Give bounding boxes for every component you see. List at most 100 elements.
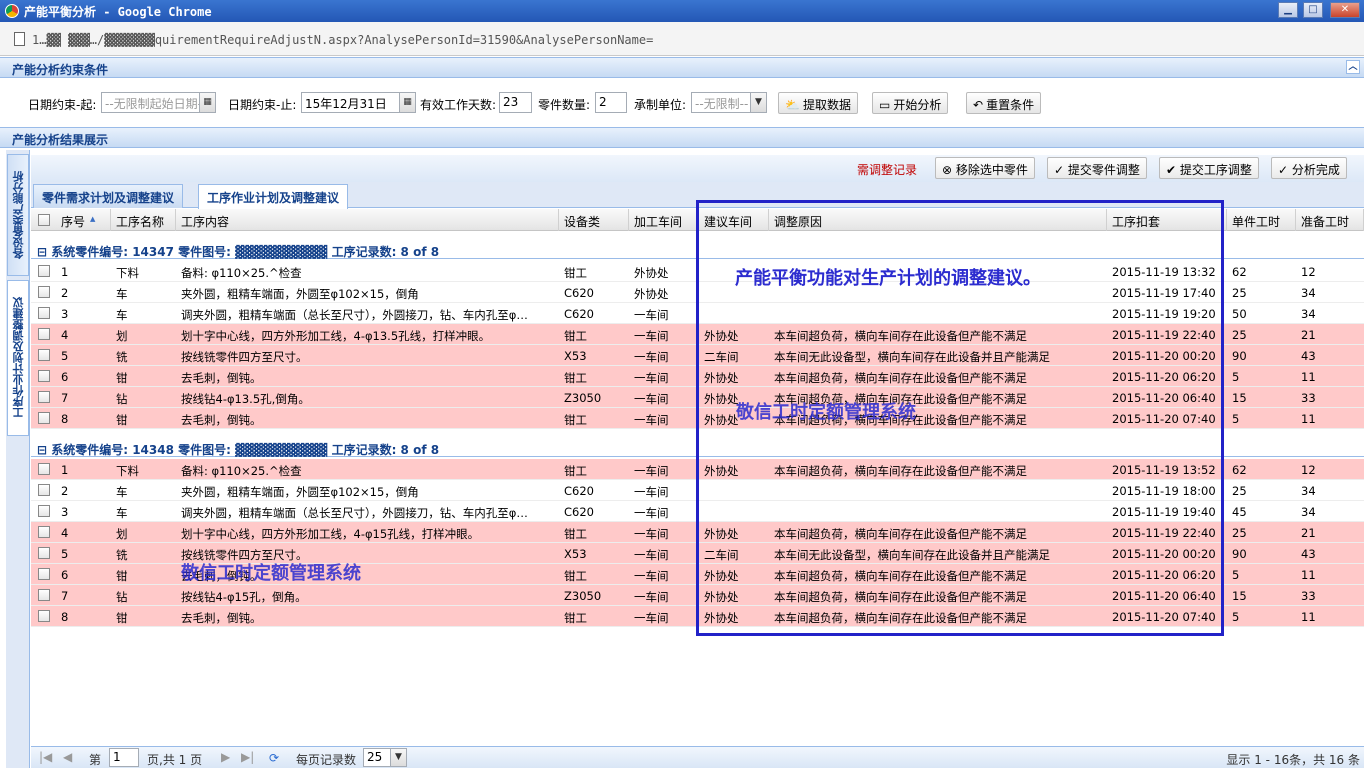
calendar-icon[interactable]: ▦ xyxy=(399,93,415,112)
table-row[interactable]: 1 下料 备料: φ110×25.^检查 钳工 外协处 2015-11-19 13:32 6… xyxy=(31,261,1364,282)
cell-prep: 11 xyxy=(1301,610,1316,624)
remove-icon: ⊗ xyxy=(942,163,956,177)
per-page-select[interactable]: 25 ▼ xyxy=(363,748,407,767)
cell-name: 划 xyxy=(116,329,128,343)
cell-content: 划十字中心线，四方外形加工线，4-φ15孔线，打样冲眼。 xyxy=(181,527,480,541)
remove-parts-button[interactable]: ⊗ 移除选中零件 xyxy=(935,157,1035,179)
chevron-down-icon[interactable]: ▼ xyxy=(750,93,766,112)
column-header[interactable]: 单件工时 xyxy=(1227,209,1296,231)
cell-content: 按线钻4-φ13.5孔,倒角。 xyxy=(181,392,310,406)
cell-shop: 一车间 xyxy=(634,392,669,406)
row-checkbox[interactable] xyxy=(38,286,50,298)
row-checkbox[interactable] xyxy=(38,610,50,622)
group-header[interactable]: ⊟ 系统零件编号: 14348 零件图号: ▓▓▓▓▓▓▓▓▓▓ 工序记录数: … xyxy=(31,433,1364,457)
cell-content: 去毛刺，倒钝。 xyxy=(181,371,262,385)
table-row[interactable]: 3 车 调夹外圆，粗精车端面（总长至尺寸），外圆接刀，钻、车内孔至φ… C620 一车间… xyxy=(31,303,1364,324)
minimize-button[interactable]: ▁ xyxy=(1278,2,1298,18)
cell-equip: 钳工 xyxy=(564,266,587,280)
prev-page-icon[interactable]: ◀ xyxy=(63,750,72,764)
start-analysis-button[interactable]: ▭ 开始分析 xyxy=(872,92,949,114)
submit-parts-button[interactable]: ✓ 提交零件调整 xyxy=(1047,157,1147,179)
column-header[interactable]: 建议车间 xyxy=(699,209,769,231)
column-header[interactable]: 工序扣套 xyxy=(1107,209,1227,231)
column-header[interactable]: 工序名称 xyxy=(111,209,176,231)
select-all-checkbox[interactable] xyxy=(38,214,50,226)
date-to-input[interactable]: 15年12月31日 ▦ xyxy=(301,92,416,113)
column-header[interactable]: 设备类 xyxy=(559,209,629,231)
row-checkbox[interactable] xyxy=(38,589,50,601)
row-checkbox[interactable] xyxy=(38,547,50,559)
table-row[interactable]: 1 下料 备料: φ110×25.^检查 钳工 一车间 外协处 本车间超负荷，横向车间存在此… xyxy=(31,459,1364,480)
calendar-icon[interactable]: ▦ xyxy=(199,93,215,112)
table-row[interactable]: 8 钳去毛刺，倒钝。 钳工 一车间 外协处 本车间超负荷，横向车间存在此设备但产能不满足 2… xyxy=(31,408,1364,429)
cell-shop: 一车间 xyxy=(634,413,669,427)
column-header[interactable]: 准备工时 xyxy=(1296,209,1364,231)
row-checkbox[interactable] xyxy=(38,505,50,517)
row-checkbox[interactable] xyxy=(38,391,50,403)
chevron-down-icon[interactable]: ▼ xyxy=(390,749,406,766)
cell-time: 2015-11-19 13:52 xyxy=(1112,463,1216,477)
next-page-icon[interactable]: ▶ xyxy=(221,750,230,764)
cell-equip: C620 xyxy=(564,286,594,300)
first-page-icon[interactable]: |◀ xyxy=(39,750,52,764)
row-checkbox[interactable] xyxy=(38,568,50,580)
cell-prep: 34 xyxy=(1301,286,1316,300)
tab-process-plan[interactable]: 工序作业计划及调整建议 xyxy=(198,184,349,209)
cell-content: 夹外圆，粗精车端面，外圆至φ102×15，倒角 xyxy=(181,485,419,499)
cell-unit: 62 xyxy=(1232,463,1247,477)
url-text[interactable]: 1…▓▓ ▓▓▓…/▓▓▓▓▓▓▓quirementRequireAdjustN… xyxy=(32,33,653,47)
row-checkbox[interactable] xyxy=(38,484,50,496)
table-row[interactable]: 7 钻 按线钻4-φ15孔，倒角。 Z3050 一车间 外协处 本车间超负荷，横向车间存在此… xyxy=(31,585,1364,606)
cell-content: 按线铣零件四方至尺寸。 xyxy=(181,350,308,364)
page-input[interactable]: 1 xyxy=(109,748,139,767)
column-header[interactable]: 工序内容 xyxy=(176,209,559,231)
finish-analysis-button[interactable]: ✓ 分析完成 xyxy=(1271,157,1347,179)
row-checkbox[interactable] xyxy=(38,412,50,424)
table-row[interactable]: 4 划 划十字中心线，四方外形加工线，4-φ13.5孔线，打样冲眼。 钳工 一车间 外协处… xyxy=(31,324,1364,345)
cell-name: 下料 xyxy=(116,266,139,280)
cell-prep: 43 xyxy=(1301,547,1316,561)
workdays-input[interactable]: 23 xyxy=(499,92,532,113)
address-bar[interactable]: 1…▓▓ ▓▓▓…/▓▓▓▓▓▓▓quirementRequireAdjustN… xyxy=(0,22,1364,56)
column-header[interactable]: 加工车间 xyxy=(629,209,699,231)
unit-select[interactable]: --无限制-- ▼ xyxy=(691,92,767,113)
side-tab-process-plan[interactable]: 工序作业计划及调整建议 xyxy=(7,280,29,436)
tab-parts-plan[interactable]: 零件需求计划及调整建议 xyxy=(33,184,184,208)
column-header[interactable]: 调整原因 xyxy=(769,209,1107,231)
table-row[interactable]: 7 钻按线钻4-φ13.5孔,倒角。 Z3050 一车间 外协处 本车间超负荷，横向车间存… xyxy=(31,387,1364,408)
submit-process-button[interactable]: ✔ 提交工序调整 xyxy=(1159,157,1259,179)
row-checkbox[interactable] xyxy=(38,349,50,361)
cell-equip: Z3050 xyxy=(564,589,602,603)
table-row[interactable]: 8 钳去毛刺，倒钝。 钳工 一车间 外协处 本车间超负荷，横向车间存在此设备但产能不满足 2… xyxy=(31,606,1364,627)
unit-placeholder: --无限制-- xyxy=(695,97,749,111)
date-from-input[interactable]: --无限制起始日期-- ▦ xyxy=(101,92,216,113)
refresh-icon[interactable]: ⟳ xyxy=(269,751,279,765)
fetch-data-button[interactable]: ⛅ 提取数据 xyxy=(778,92,858,114)
maximize-button[interactable]: □ xyxy=(1303,2,1323,18)
table-row[interactable]: 4 划 划十字中心线，四方外形加工线，4-φ15孔线，打样冲眼。 钳工 一车间 外协处 本车… xyxy=(31,522,1364,543)
group-header[interactable]: ⊟ 系统零件编号: 14347 零件图号: ▓▓▓▓▓▓▓▓▓▓ 工序记录数: … xyxy=(31,235,1364,259)
side-tab-equipment[interactable]: 各设备类产能分析 xyxy=(7,154,29,276)
row-checkbox[interactable] xyxy=(38,463,50,475)
row-checkbox[interactable] xyxy=(38,328,50,340)
table-row[interactable]: 3 车 调夹外圆，粗精车端面（总长至尺寸），外圆接刀，钻、车内孔至φ… C620 一车间… xyxy=(31,501,1364,522)
row-checkbox[interactable] xyxy=(38,526,50,538)
row-checkbox[interactable] xyxy=(38,370,50,382)
cell-no: 4 xyxy=(61,328,69,342)
cell-name: 车 xyxy=(116,287,128,301)
reset-button[interactable]: ↶ 重置条件 xyxy=(966,92,1042,114)
tab-strip: 零件需求计划及调整建议 工序作业计划及调整建议 xyxy=(31,182,1364,209)
close-button[interactable]: ✕ xyxy=(1330,2,1360,18)
row-checkbox[interactable] xyxy=(38,265,50,277)
collapse-icon[interactable]: ︿ xyxy=(1346,60,1360,74)
row-checkbox[interactable] xyxy=(38,307,50,319)
table-row[interactable]: 5 铣 按线铣零件四方至尺寸。 X53 一车间 二车间 本车间无此设备型，横向车间存在此设备… xyxy=(31,345,1364,366)
column-header[interactable]: 序号 xyxy=(56,209,111,231)
cell-prep: 11 xyxy=(1301,412,1316,426)
last-page-icon[interactable]: ▶| xyxy=(241,750,254,764)
table-row[interactable]: 6 钳 去毛刺，倒钝。 钳工 一车间 外协处 本车间超负荷，横向车间存在此设备但产能不满足 2… xyxy=(31,366,1364,387)
remove-parts-label: 移除选中零件 xyxy=(955,163,1028,177)
table-row[interactable]: 2 车 夹外圆，粗精车端面，外圆至φ102×15，倒角 C620 一车间 2015-11-… xyxy=(31,480,1364,501)
parts-input[interactable]: 2 xyxy=(595,92,627,113)
table-row[interactable]: 2 车 夹外圆，粗精车端面，外圆至φ102×15，倒角 C620 外协处 2015-11-… xyxy=(31,282,1364,303)
